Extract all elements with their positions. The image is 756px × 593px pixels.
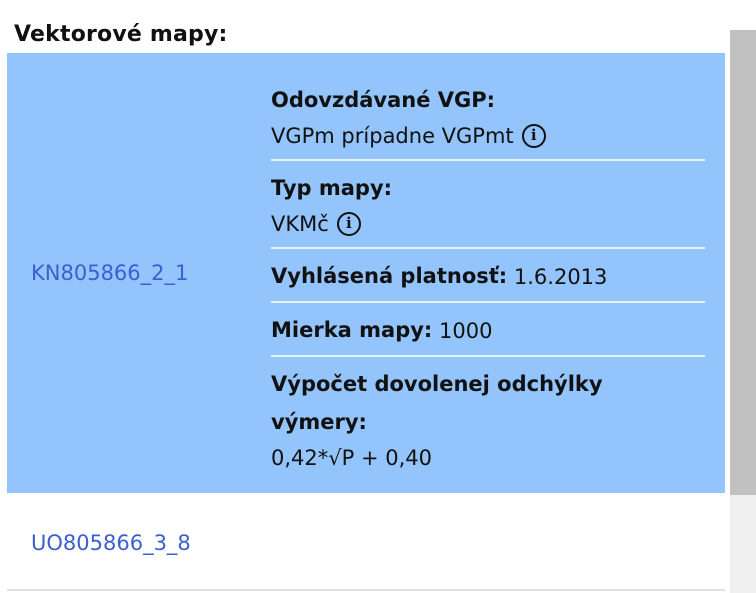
map-type-label: Typ mapy: <box>271 176 393 200</box>
list-row-selected[interactable]: KN805866_2_1 Odovzdávané VGP: VGPm prípa… <box>7 53 725 493</box>
info-icon[interactable]: i <box>521 124 546 148</box>
section-title: Vektorové mapy: <box>14 22 228 47</box>
scale-value: 1000 <box>439 319 493 343</box>
vector-maps-list: KN805866_2_1 Odovzdávané VGP: VGPm prípa… <box>7 53 725 593</box>
deviation-block: Výpočet dovolenej odchýlky výmery: 0,42*… <box>271 365 705 481</box>
validity-value: 1.6.2013 <box>513 265 608 289</box>
info-icon[interactable]: i <box>336 212 361 236</box>
vector-maps-page: Vektorové mapy: KN805866_2_1 Odovzdávané… <box>0 0 756 593</box>
scale-label: Mierka mapy: <box>271 318 433 342</box>
map-type-value: VKMč <box>271 212 329 236</box>
vgp-label: Odovzdávané VGP: <box>271 88 496 112</box>
map-type-block: Typ mapy: VKMč i <box>271 169 705 249</box>
scale-block: Mierka mapy: 1000 <box>271 311 705 357</box>
list-row[interactable]: UO805866_3_8 <box>7 493 725 591</box>
vgp-value: VGPm prípadne VGPmt <box>271 124 514 148</box>
deviation-value: 0,42*√P + 0,40 <box>271 446 433 470</box>
map-link[interactable]: KN805866_2_1 <box>31 261 188 285</box>
validity-block: Vyhlásená platnosť: 1.6.2013 <box>271 257 705 303</box>
scrollbar-thumb[interactable] <box>730 30 756 495</box>
deviation-label: Výpočet dovolenej odchýlky výmery: <box>271 372 603 434</box>
vgp-block: Odovzdávané VGP: VGPm prípadne VGPmt i <box>271 81 705 161</box>
validity-label: Vyhlásená platnosť: <box>271 264 508 288</box>
vertical-scrollbar[interactable] <box>730 30 756 593</box>
map-details: Odovzdávané VGP: VGPm prípadne VGPmt i Ty… <box>271 81 705 489</box>
map-link[interactable]: UO805866_3_8 <box>31 531 191 555</box>
